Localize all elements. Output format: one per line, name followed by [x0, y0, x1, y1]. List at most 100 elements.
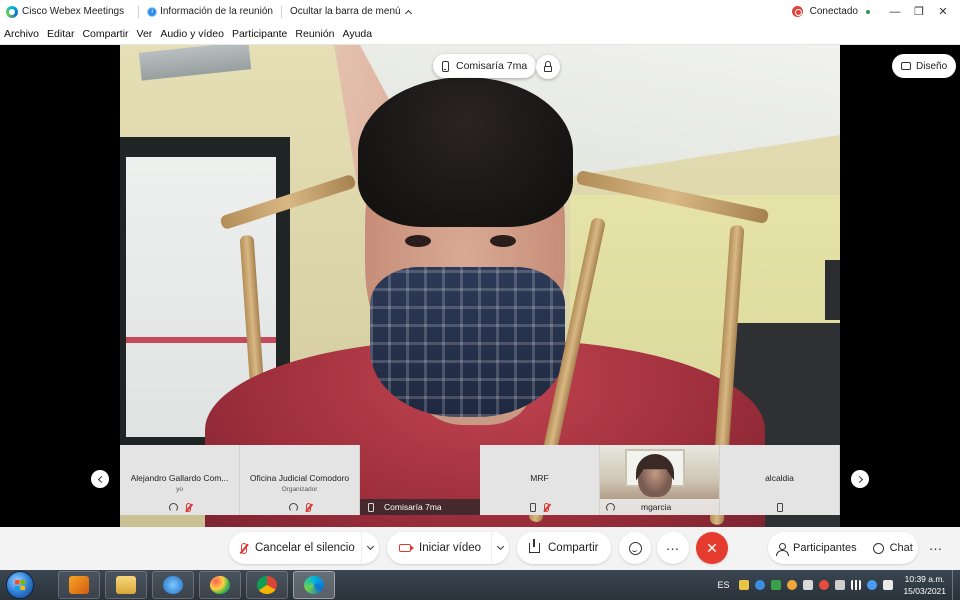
layout-icon [901, 62, 911, 70]
taskbar-chrome[interactable] [246, 571, 288, 599]
panel-controls: Participantes Chat [768, 532, 918, 564]
network-icon[interactable] [851, 580, 862, 590]
video-options-button[interactable] [491, 532, 509, 564]
chevron-down-icon [496, 542, 505, 551]
status-dot-icon [866, 9, 870, 14]
share-icon [529, 539, 540, 553]
taskbar-media-player[interactable] [58, 571, 100, 599]
participant-tile[interactable]: MRF [480, 445, 600, 515]
clock-date: 15/03/2021 [903, 586, 946, 596]
audio-icon [606, 502, 615, 512]
close-icon: ✕ [706, 540, 718, 556]
chat-icon [872, 542, 884, 554]
info-icon[interactable]: i [147, 6, 158, 17]
menu-ayuda[interactable]: Ayuda [339, 28, 377, 40]
participant-tile[interactable]: alcaldia [720, 445, 840, 515]
menu-compartir[interactable]: Compartir [78, 28, 132, 40]
participant-name: MRF [530, 473, 549, 483]
share-label: Compartir [548, 542, 599, 554]
mic-muted-icon [241, 542, 247, 554]
webex-icon [304, 576, 324, 594]
participant-tile[interactable]: Comisaría 7ma [360, 445, 480, 515]
menu-bar: Archivo Editar Compartir Ver Audio y víd… [0, 23, 960, 45]
participants-label: Participantes [793, 542, 857, 554]
webex-status-icon [791, 6, 803, 17]
start-video-button[interactable]: Iniciar vídeo [387, 532, 481, 564]
meeting-info-link[interactable]: Información de la reunión [160, 6, 273, 17]
tray-app-icon[interactable] [739, 580, 750, 590]
taskbar-paint[interactable] [199, 571, 241, 599]
flag-icon[interactable] [883, 580, 894, 590]
start-button[interactable] [6, 571, 34, 599]
participant-tile[interactable]: mgarcia [600, 445, 720, 515]
shield-icon[interactable] [771, 580, 782, 590]
audio-options-button[interactable] [361, 532, 379, 564]
more-icon: … [665, 537, 681, 553]
share-button[interactable]: Compartir [517, 532, 611, 564]
phone-icon [530, 503, 536, 512]
panel-more-button[interactable]: … [920, 532, 952, 564]
taskbar-webex[interactable] [293, 571, 335, 599]
filmstrip-prev-button[interactable] [91, 470, 109, 488]
volume-icon[interactable] [835, 580, 846, 590]
participant-name: Alejandro Gallardo Com... [130, 473, 229, 483]
window-controls: — ❐ ✕ [882, 3, 954, 21]
smiley-icon [628, 541, 642, 555]
layout-button[interactable]: Diseño [892, 54, 957, 78]
system-tray: ES 10:39 a.m. 15/03/2021 [717, 570, 960, 600]
unmute-label: Cancelar el silencio [255, 542, 355, 554]
taskbar-explorer[interactable] [105, 571, 147, 599]
taskbar-internet-explorer[interactable] [152, 571, 194, 599]
meeting-control-bar: Cancelar el silencio Iniciar vídeo Compa… [0, 527, 960, 570]
menu-reunion[interactable]: Reunión [291, 28, 338, 40]
status-text: Conectado [809, 6, 858, 17]
tray-app-icon[interactable] [787, 580, 798, 590]
menu-ver[interactable]: Ver [133, 28, 157, 40]
participant-role: yo [176, 486, 183, 493]
lock-icon[interactable] [536, 55, 560, 79]
close-icon[interactable]: ✕ [932, 3, 954, 21]
media-player-icon [69, 576, 89, 594]
participant-tile[interactable]: Alejandro Gallardo Com... yo [120, 445, 240, 515]
video-control: Iniciar vídeo [387, 532, 509, 564]
tray-app-icon[interactable] [819, 580, 830, 590]
webex-logo-icon [6, 5, 18, 18]
restore-icon[interactable]: ❐ [908, 3, 930, 21]
chat-label: Chat [889, 542, 913, 554]
audio-icon [288, 503, 298, 512]
participants-icon [776, 542, 789, 556]
show-desktop-button[interactable] [952, 570, 960, 600]
leave-meeting-button[interactable]: ✕ [696, 532, 728, 564]
participant-name: alcaldia [765, 473, 794, 483]
hide-menu-button[interactable]: Ocultar la barra de menú [290, 6, 412, 17]
bluetooth-icon[interactable] [867, 580, 878, 590]
menu-editar[interactable]: Editar [43, 28, 78, 40]
face-mask [370, 267, 565, 417]
title-separator-2 [280, 5, 282, 18]
chevron-left-icon [97, 475, 105, 483]
participant-tile[interactable]: Oficina Judicial Comodoro Organizador [240, 445, 360, 515]
unmute-button[interactable]: Cancelar el silencio [229, 532, 355, 564]
clock[interactable]: 10:39 a.m. 15/03/2021 [903, 573, 946, 597]
reactions-button[interactable] [619, 532, 651, 564]
more-options-button[interactable]: … [657, 532, 689, 564]
menu-audio-video[interactable]: Audio y vídeo [156, 28, 228, 40]
menu-participante[interactable]: Participante [228, 28, 291, 40]
language-indicator[interactable]: ES [717, 580, 729, 590]
windows-taskbar: ES 10:39 a.m. 15/03/2021 [0, 570, 960, 600]
video-stage: Comisaría 7ma Diseño Alejandro Gallardo … [0, 45, 960, 527]
chat-button[interactable]: Chat [865, 542, 921, 554]
more-icon: … [928, 537, 944, 553]
tray-app-icon[interactable] [803, 580, 814, 590]
app-title: Cisco Webex Meetings [22, 6, 125, 17]
mic-muted-icon [305, 503, 311, 512]
menu-archivo[interactable]: Archivo [0, 28, 43, 40]
filmstrip-next-button[interactable] [851, 470, 869, 488]
minimize-icon[interactable]: — [884, 3, 906, 21]
tray-app-icon[interactable] [755, 580, 766, 590]
phone-icon [776, 503, 783, 512]
mic-muted-icon [544, 503, 549, 512]
mic-muted-icon [185, 503, 191, 512]
participants-button[interactable]: Participantes [768, 542, 865, 556]
participant-name: Oficina Judicial Comodoro [249, 473, 350, 483]
